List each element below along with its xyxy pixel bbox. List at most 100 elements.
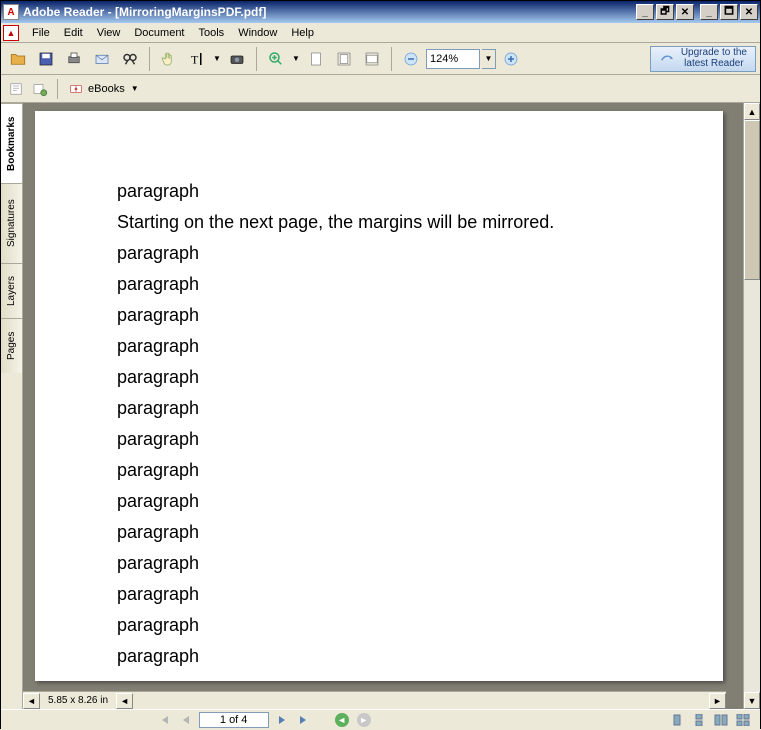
continuous-view-button[interactable] — [690, 712, 708, 728]
email-button[interactable] — [89, 46, 115, 72]
document-area: paragraph Starting on the next page, the … — [23, 103, 760, 709]
separator — [391, 47, 392, 71]
zoom-in-button[interactable] — [263, 46, 289, 72]
search-button[interactable] — [117, 46, 143, 72]
window-controls-inner: _ 🗗 ✕ — [636, 4, 694, 20]
menu-edit[interactable]: Edit — [57, 25, 90, 41]
last-page-button[interactable] — [295, 712, 313, 728]
document-text-line: paragraph — [117, 584, 723, 605]
mdi-restore-button[interactable]: 🗗 — [656, 4, 674, 20]
vertical-scrollbar: ▲ ▼ — [743, 103, 760, 709]
zoom-dropdown[interactable]: ▼ — [482, 49, 496, 69]
ebooks-button[interactable]: eBooks ▼ — [64, 78, 143, 100]
upgrade-icon — [659, 51, 675, 67]
menu-help[interactable]: Help — [284, 25, 321, 41]
mdi-minimize-button[interactable]: _ — [636, 4, 654, 20]
single-page-view-button[interactable] — [668, 712, 686, 728]
pdf-page: paragraph Starting on the next page, the … — [35, 111, 723, 681]
upgrade-reader-button[interactable]: Upgrade to thelatest Reader — [650, 46, 756, 72]
actual-size-button[interactable] — [303, 46, 329, 72]
fit-width-button[interactable] — [359, 46, 385, 72]
document-text-line: paragraph — [117, 646, 723, 667]
ebooks-dropdown-icon: ▼ — [131, 84, 139, 93]
hscroll-left-button[interactable]: ◄ — [23, 693, 40, 709]
document-text-line: paragraph — [117, 305, 723, 326]
menu-file[interactable]: File — [25, 25, 57, 41]
menu-tools[interactable]: Tools — [192, 25, 232, 41]
first-page-button[interactable] — [155, 712, 173, 728]
secondary-toolbar: eBooks ▼ — [1, 75, 760, 103]
document-text-line: paragraph — [117, 367, 723, 388]
maximize-button[interactable]: 🗖 — [720, 4, 738, 20]
page-container[interactable]: paragraph Starting on the next page, the … — [23, 103, 743, 709]
page-number-input[interactable]: 1 of 4 — [199, 712, 269, 728]
vscroll-track[interactable] — [744, 120, 760, 692]
hand-tool-button[interactable] — [156, 46, 182, 72]
document-text-line: paragraph — [117, 553, 723, 574]
zoom-tool-dropdown[interactable]: ▼ — [291, 54, 301, 63]
navigation-pane: Bookmarks Signatures Layers Pages — [1, 103, 23, 709]
document-text-line: Starting on the next page, the margins w… — [117, 212, 723, 233]
zoom-in-plus-button[interactable] — [498, 46, 524, 72]
text-tool-dropdown[interactable]: ▼ — [212, 54, 222, 63]
pdf-document-icon: ▲ — [3, 25, 19, 41]
zoom-level-input[interactable]: 124% — [426, 49, 480, 69]
document-text-line: paragraph — [117, 522, 723, 543]
page-dimensions: 5.85 x 8.26 in — [40, 695, 116, 706]
app-icon: A — [3, 4, 19, 20]
page-number-text: 1 of 4 — [220, 714, 248, 726]
document-text-line: paragraph — [117, 398, 723, 419]
zoom-value: 124% — [430, 53, 458, 65]
menu-document[interactable]: Document — [127, 25, 191, 41]
print-button[interactable] — [61, 46, 87, 72]
view-mode-buttons — [668, 712, 752, 728]
facing-view-button[interactable] — [712, 712, 730, 728]
text-select-tool-button[interactable]: T — [184, 46, 210, 72]
next-page-button[interactable] — [273, 712, 291, 728]
fit-page-button[interactable] — [331, 46, 357, 72]
footer-bar: 1 of 4 ◄ ► — [1, 709, 760, 730]
window-title: Adobe Reader - [MirroringMarginsPDF.pdf] — [23, 5, 636, 19]
document-text-line: paragraph — [117, 429, 723, 450]
svg-text:T: T — [191, 52, 199, 66]
snapshot-tool-button[interactable] — [224, 46, 250, 72]
continuous-facing-view-button[interactable] — [734, 712, 752, 728]
tab-signatures[interactable]: Signatures — [1, 183, 22, 263]
ebooks-label: eBooks — [88, 83, 125, 95]
window-controls-outer: _ 🗖 ✕ — [700, 4, 758, 20]
next-view-button[interactable]: ► — [355, 712, 373, 728]
separator — [256, 47, 257, 71]
reading-mode-button[interactable] — [5, 78, 27, 100]
document-text-line: paragraph — [117, 274, 723, 295]
hscroll-left2-button[interactable]: ◄ — [116, 693, 133, 709]
hscroll-right-button[interactable]: ► — [709, 693, 726, 709]
horizontal-status-bar: ◄ 5.85 x 8.26 in ◄ ► — [23, 691, 726, 709]
page-navigator: 1 of 4 ◄ ► — [155, 712, 373, 728]
titlebar: A Adobe Reader - [MirroringMarginsPDF.pd… — [1, 1, 760, 23]
upgrade-text-1: Upgrade to the — [681, 47, 747, 58]
upgrade-text-2: latest Reader — [684, 58, 743, 69]
review-button[interactable] — [29, 78, 51, 100]
document-text-line: paragraph — [117, 243, 723, 264]
tab-bookmarks[interactable]: Bookmarks — [1, 103, 22, 183]
menu-view[interactable]: View — [90, 25, 128, 41]
prev-view-button[interactable]: ◄ — [333, 712, 351, 728]
separator — [57, 79, 58, 99]
tab-layers[interactable]: Layers — [1, 263, 22, 318]
menu-window[interactable]: Window — [231, 25, 284, 41]
vscroll-down-button[interactable]: ▼ — [744, 692, 760, 709]
open-button[interactable] — [5, 46, 31, 72]
minimize-button[interactable]: _ — [700, 4, 718, 20]
document-text-line: paragraph — [117, 491, 723, 512]
close-button[interactable]: ✕ — [740, 4, 758, 20]
save-button[interactable] — [33, 46, 59, 72]
mdi-close-button[interactable]: ✕ — [676, 4, 694, 20]
zoom-out-button[interactable] — [398, 46, 424, 72]
vscroll-up-button[interactable]: ▲ — [744, 103, 760, 120]
prev-page-button[interactable] — [177, 712, 195, 728]
workspace: Bookmarks Signatures Layers Pages paragr… — [1, 103, 760, 709]
tab-pages[interactable]: Pages — [1, 318, 22, 373]
vscroll-thumb[interactable] — [744, 120, 760, 280]
document-text-line: paragraph — [117, 336, 723, 357]
separator — [149, 47, 150, 71]
